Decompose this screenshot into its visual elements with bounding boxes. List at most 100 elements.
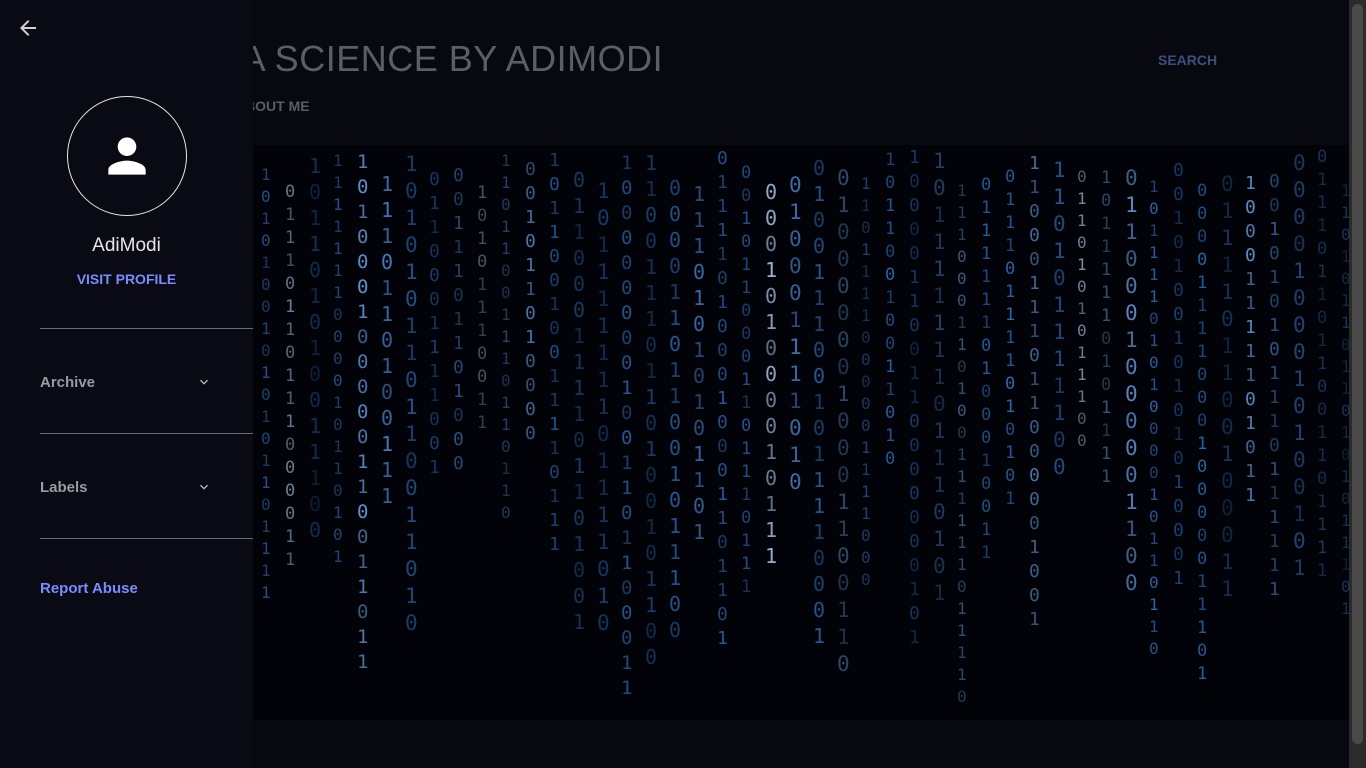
binary-glyph: 0 — [909, 243, 920, 264]
binary-glyph: 0 — [333, 349, 343, 368]
search-link[interactable]: SEARCH — [1158, 52, 1217, 68]
binary-glyph: 1 — [885, 426, 895, 446]
binary-glyph: 1 — [1245, 341, 1256, 362]
binary-glyph: 1 — [1101, 467, 1111, 487]
page-scrollbar[interactable] — [1349, 0, 1366, 768]
binary-glyph: 1 — [861, 240, 871, 259]
binary-glyph: 0 — [309, 492, 321, 516]
binary-glyph: 0 — [1341, 225, 1349, 244]
binary-glyph: 0 — [909, 339, 920, 360]
visit-profile-link[interactable]: VISIT PROFILE — [0, 271, 253, 287]
binary-glyph: 1 — [1221, 280, 1234, 304]
binary-glyph: 1 — [285, 205, 295, 225]
binary-glyph: 1 — [261, 583, 271, 602]
binary-glyph: 0 — [981, 405, 991, 425]
binary-glyph: 1 — [717, 556, 728, 577]
binary-glyph: 0 — [957, 687, 967, 706]
binary-glyph: 0 — [1341, 335, 1349, 354]
binary-glyph: 1 — [453, 309, 464, 330]
binary-glyph: 0 — [1197, 388, 1207, 408]
binary-glyph: 1 — [1317, 354, 1327, 374]
binary-glyph: 1 — [285, 527, 295, 547]
binary-glyph: 0 — [1173, 352, 1184, 373]
binary-glyph: 1 — [837, 625, 850, 649]
binary-glyph: 1 — [1149, 331, 1159, 350]
binary-glyph: 1 — [1053, 401, 1066, 425]
binary-glyph: 1 — [1245, 365, 1256, 386]
binary-glyph: 1 — [1269, 411, 1280, 432]
binary-glyph: 1 — [1269, 483, 1280, 504]
binary-glyph: 1 — [1317, 285, 1327, 305]
binary-glyph: 1 — [501, 349, 511, 368]
binary-glyph: 1 — [405, 152, 418, 176]
binary-glyph: 0 — [645, 619, 657, 643]
binary-glyph: 0 — [309, 180, 321, 204]
binary-glyph: 0 — [621, 177, 632, 199]
binary-glyph: 1 — [909, 147, 920, 168]
binary-glyph: 1 — [861, 504, 871, 523]
binary-glyph: 1 — [477, 321, 487, 341]
binary-glyph: 0 — [1197, 503, 1207, 523]
scrollbar-thumb[interactable] — [1352, 4, 1363, 744]
binary-glyph: 0 — [717, 436, 728, 457]
binary-glyph: 1 — [261, 451, 271, 470]
binary-glyph: 1 — [981, 244, 991, 264]
binary-glyph: 1 — [1197, 296, 1207, 316]
binary-glyph: 0 — [405, 557, 418, 581]
archive-section-toggle[interactable]: Archive — [40, 370, 212, 394]
binary-glyph: 1 — [1101, 306, 1111, 326]
binary-glyph: 1 — [789, 200, 802, 224]
binary-glyph: 0 — [1221, 469, 1234, 493]
binary-glyph: 0 — [1197, 641, 1207, 661]
binary-glyph: 0 — [477, 206, 487, 226]
binary-glyph: 0 — [1197, 365, 1207, 385]
binary-glyph: 0 — [837, 166, 850, 190]
binary-glyph: 0 — [837, 274, 850, 298]
binary-glyph: 0 — [621, 327, 632, 349]
labels-section-toggle[interactable]: Labels — [40, 475, 212, 499]
archive-label: Archive — [40, 373, 96, 391]
binary-glyph: 1 — [669, 280, 681, 304]
binary-glyph: 0 — [669, 410, 681, 434]
binary-glyph: 0 — [1149, 419, 1159, 438]
binary-glyph: 0 — [1125, 436, 1138, 460]
person-icon — [108, 137, 146, 175]
blog-title[interactable]: ATA SCIENCE BY ADIMODI — [200, 38, 663, 80]
binary-glyph: 0 — [381, 406, 393, 430]
binary-glyph: 1 — [549, 150, 560, 171]
binary-glyph: 1 — [333, 195, 343, 214]
binary-glyph: 0 — [357, 351, 368, 373]
binary-glyph: 0 — [1125, 355, 1138, 379]
binary-glyph: 1 — [645, 177, 657, 201]
avatar[interactable] — [67, 96, 187, 216]
binary-glyph: 0 — [1197, 549, 1207, 569]
binary-glyph: 0 — [1341, 577, 1349, 596]
binary-glyph: 0 — [1125, 301, 1138, 325]
binary-glyph: 1 — [1101, 283, 1111, 303]
binary-glyph: 0 — [453, 405, 464, 426]
back-arrow-button[interactable] — [16, 16, 40, 40]
binary-glyph: 1 — [429, 337, 440, 358]
binary-glyph: 1 — [501, 217, 511, 236]
binary-glyph: 1 — [261, 165, 271, 184]
binary-glyph: 0 — [381, 250, 393, 274]
binary-glyph: 1 — [645, 385, 657, 409]
binary-glyph: 0 — [813, 156, 825, 180]
binary-glyph: 0 — [501, 283, 511, 302]
binary-glyph: 1 — [717, 172, 728, 193]
binary-glyph: 1 — [645, 593, 657, 617]
binary-glyph: 1 — [1077, 211, 1087, 230]
binary-glyph: 0 — [1029, 465, 1040, 486]
binary-glyph: 1 — [909, 387, 920, 408]
binary-glyph: 0 — [933, 554, 946, 578]
binary-glyph: 1 — [285, 228, 295, 248]
binary-glyph: 0 — [1149, 309, 1159, 328]
report-abuse-link[interactable]: Report Abuse — [40, 580, 138, 597]
binary-glyph: 1 — [789, 443, 802, 467]
binary-glyph: 1 — [453, 213, 464, 234]
binary-glyph: 1 — [741, 577, 751, 597]
binary-glyph: 0 — [453, 453, 464, 474]
binary-glyph: 0 — [1029, 561, 1040, 582]
binary-glyph: 1 — [333, 151, 343, 170]
binary-glyph: 1 — [285, 412, 295, 432]
